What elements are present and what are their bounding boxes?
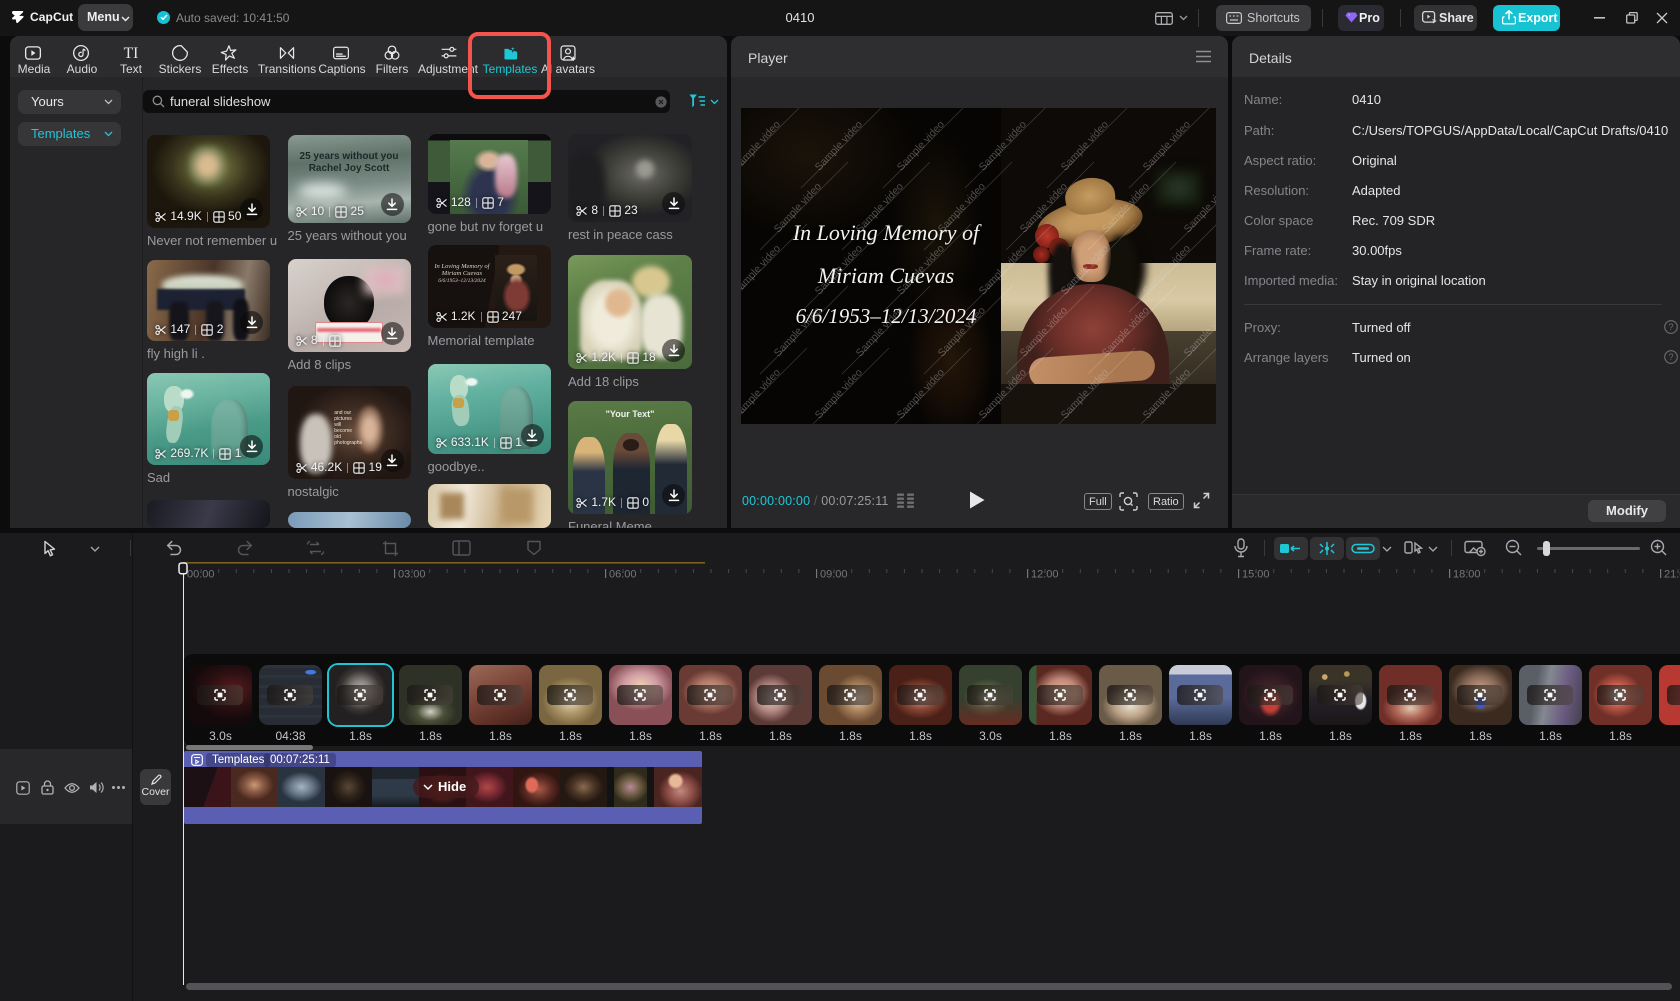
svg-text:Sample video: Sample video <box>1059 366 1111 421</box>
svg-text:Sample video: Sample video <box>895 118 947 173</box>
svg-text:Sample video: Sample video <box>895 242 947 297</box>
svg-text:?: ? <box>1668 352 1673 362</box>
svg-text:Sample video: Sample video <box>772 304 824 359</box>
svg-text:Sample video: Sample video <box>977 366 1029 421</box>
svg-text:Sample video: Sample video <box>1141 118 1193 173</box>
svg-text:TI: TI <box>124 45 139 62</box>
svg-text:Sample video: Sample video <box>813 366 865 421</box>
svg-text:Sample video: Sample video <box>936 304 988 359</box>
svg-text:Sample video: Sample video <box>895 366 947 421</box>
svg-text:Sample video: Sample video <box>1059 242 1111 297</box>
svg-text:Sample video: Sample video <box>1182 180 1216 235</box>
svg-text:Sample video: Sample video <box>977 118 1029 173</box>
svg-text:Sample video: Sample video <box>977 242 1029 297</box>
svg-text:Sample video: Sample video <box>1141 366 1193 421</box>
svg-text:Sample video: Sample video <box>1018 304 1070 359</box>
svg-text:Sample video: Sample video <box>854 304 906 359</box>
svg-text:Sample video: Sample video <box>741 366 783 421</box>
svg-text:Sample video: Sample video <box>854 180 906 235</box>
svg-text:Sample video: Sample video <box>813 242 865 297</box>
svg-text:Sample video: Sample video <box>1141 242 1193 297</box>
svg-text:Sample video: Sample video <box>1182 304 1216 359</box>
svg-text:Sample video: Sample video <box>1018 180 1070 235</box>
svg-text:Sample video: Sample video <box>813 118 865 173</box>
svg-text:?: ? <box>1668 322 1673 332</box>
svg-text:Sample video: Sample video <box>1100 304 1152 359</box>
svg-text:Sample video: Sample video <box>1100 180 1152 235</box>
svg-text:Sample video: Sample video <box>741 242 783 297</box>
svg-text:Sample video: Sample video <box>741 118 783 173</box>
svg-text:Sample video: Sample video <box>936 180 988 235</box>
svg-text:Sample video: Sample video <box>1059 118 1111 173</box>
svg-text:Sample video: Sample video <box>772 180 824 235</box>
